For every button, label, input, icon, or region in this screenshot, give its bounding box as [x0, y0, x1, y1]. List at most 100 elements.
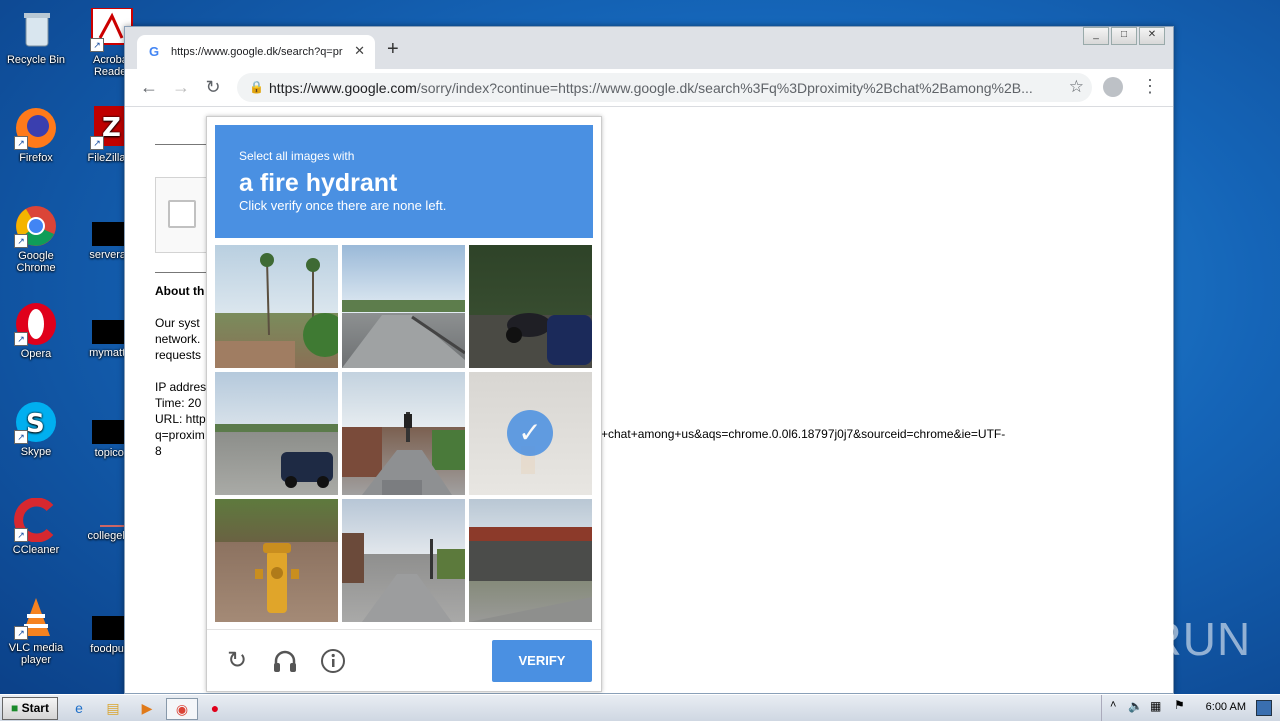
desktop-icon-label: Recycle Bin	[6, 54, 66, 66]
desktop-icon-label: Firefox	[19, 152, 53, 164]
window-controls: _ □ ✕	[1081, 27, 1165, 45]
info-icon[interactable]	[318, 648, 348, 680]
shortcut-arrow-icon: ↗	[14, 234, 28, 248]
reload-challenge-icon[interactable]: ↻	[222, 648, 252, 674]
image-tile-motorcycle-car[interactable]	[469, 245, 592, 368]
svg-text:Z: Z	[102, 113, 121, 143]
request-details: IP addres Time: 20 URL: http q=proxim 8	[155, 379, 206, 459]
svg-text:S: S	[26, 409, 45, 439]
challenge-footer: ↻ VERIFY	[207, 629, 601, 692]
shortcut-arrow-icon: ↗	[14, 430, 28, 444]
image-tile-bridge-road[interactable]	[342, 245, 465, 368]
desktop-icon-chrome[interactable]: ↗ Google Chrome	[0, 204, 76, 274]
url-query-line: q=proxim	[155, 428, 205, 442]
address-bar[interactable]: 🔒 https://www.google.com/sorry/index?con…	[237, 73, 1092, 102]
internet-explorer-icon[interactable]: e	[68, 698, 90, 718]
paragraph-line: Our syst	[155, 316, 200, 330]
desktop-icon-label: Skype	[20, 446, 52, 458]
verify-button[interactable]: VERIFY	[492, 640, 592, 682]
about-heading: About th	[155, 284, 205, 298]
close-window-button[interactable]: ✕	[1139, 27, 1165, 45]
forward-arrow-icon[interactable]: →	[169, 76, 193, 98]
image-tile-palm-trees[interactable]	[215, 245, 338, 368]
skype-icon: S ↗	[14, 400, 58, 444]
desktop-icon-vlc[interactable]: ↗ VLC media player	[0, 596, 76, 666]
image-tile-faded-hydrant[interactable]: ✓	[469, 372, 592, 495]
file-explorer-icon[interactable]: ▤	[102, 698, 124, 718]
address-url: https://www.google.com/sorry/index?conti…	[269, 80, 1059, 96]
new-tab-button[interactable]: +	[387, 39, 399, 59]
desktop-icon-label: Google Chrome	[16, 250, 56, 274]
desktop-icon-label: Opera	[20, 348, 52, 360]
taskbar: ■ Start e ▤ ▶ ◉ ● ˄ 🔈 ▦ ⚑ 6:00 AM	[0, 694, 1280, 721]
shortcut-arrow-icon: ↗	[14, 332, 28, 346]
url-end-line: 8	[155, 444, 162, 458]
desktop-icon-firefox[interactable]: ↗ Firefox	[0, 106, 76, 164]
opera-taskbar-icon[interactable]: ●	[204, 698, 226, 718]
opera-icon: ↗	[14, 302, 58, 346]
profile-avatar-icon[interactable]	[1103, 77, 1123, 97]
desktop-icon-recycle-bin[interactable]: Recycle Bin	[0, 8, 76, 66]
chrome-icon: ↗	[14, 204, 58, 248]
tab-close-icon[interactable]: ✕	[354, 43, 365, 59]
restore-button[interactable]: □	[1111, 27, 1137, 45]
bookmark-star-icon[interactable]: ☆	[1069, 77, 1084, 97]
challenge-header: Select all images with a fire hydrant Cl…	[215, 125, 593, 238]
firefox-icon: ↗	[14, 106, 58, 150]
desktop-icon-opera[interactable]: ↗ Opera	[0, 302, 76, 360]
google-favicon-icon: G	[149, 44, 160, 59]
instruction-hint: Click verify once there are none left.	[239, 198, 447, 213]
back-arrow-icon[interactable]: ←	[137, 76, 161, 98]
windows-logo-icon: ■	[11, 701, 19, 715]
instruction-target: a fire hydrant	[239, 169, 398, 197]
recaptcha-challenge: Select all images with a fire hydrant Cl…	[206, 116, 602, 692]
browser-toolbar: ← → ↻ 🔒 https://www.google.com/sorry/ind…	[125, 69, 1173, 107]
shortcut-arrow-icon: ↗	[90, 38, 104, 52]
anyrun-watermark: ANY RUN	[1038, 613, 1252, 665]
url-path: /sorry/index?continue=https://www.google…	[416, 80, 1033, 96]
explanation-paragraph: Our syst network. requests	[155, 315, 201, 363]
action-center-flag-icon[interactable]: ⚑	[1174, 698, 1185, 712]
image-tile-street-traffic-light[interactable]	[342, 372, 465, 495]
tab-strip: G https://www.google.dk/search?q=pr ✕ + …	[125, 27, 1173, 69]
recaptcha-checkbox[interactable]	[168, 200, 196, 228]
shortcut-arrow-icon: ↗	[14, 626, 28, 640]
network-icon[interactable]: ▦	[1150, 699, 1161, 713]
tray-expand-icon[interactable]: ˄	[1110, 699, 1116, 711]
tab-google-search[interactable]: G https://www.google.dk/search?q=pr ✕	[137, 35, 375, 69]
image-grid: ✓	[215, 245, 593, 623]
reload-icon[interactable]: ↻	[201, 76, 225, 98]
ip-address-line: IP addres	[155, 380, 207, 394]
tab-title: https://www.google.dk/search?q=pr	[171, 46, 343, 58]
desktop-icon-ccleaner[interactable]: ↗ CCleaner	[0, 497, 76, 556]
volume-icon[interactable]: 🔈	[1128, 699, 1143, 713]
url-host: https://www.google.com	[269, 80, 417, 96]
time-line: Time: 20	[155, 396, 202, 410]
recycle-bin-icon	[14, 8, 58, 52]
image-tile-town-street[interactable]	[342, 499, 465, 622]
selected-checkmark-icon: ✓	[507, 410, 553, 456]
audio-challenge-headphones-icon[interactable]	[270, 648, 300, 680]
shortcut-arrow-icon: ↗	[14, 528, 28, 542]
media-player-icon[interactable]: ▶	[136, 698, 158, 718]
start-button[interactable]: ■ Start	[2, 697, 58, 720]
image-tile-yellow-hydrant[interactable]	[215, 499, 338, 622]
url-tail-text: +chat+among+us&aqs=chrome.0.0l6.18797j0j…	[601, 427, 1006, 441]
start-label: Start	[21, 701, 49, 715]
lock-icon: 🔒	[249, 80, 264, 94]
paragraph-line: network.	[155, 332, 201, 346]
minimize-button[interactable]: _	[1083, 27, 1109, 45]
ccleaner-icon: ↗	[14, 497, 58, 543]
paragraph-line: requests	[155, 348, 202, 362]
desktop-icon-label: CCleaner	[12, 544, 60, 556]
system-tray: ˄ 🔈 ▦ ⚑ 6:00 AM	[1101, 695, 1280, 721]
image-tile-overpass[interactable]	[469, 499, 592, 622]
chrome-taskbar-icon[interactable]: ◉	[166, 698, 198, 720]
url-line: URL: http	[155, 412, 206, 426]
desktop-icon-skype[interactable]: S ↗ Skype	[0, 400, 76, 458]
vlc-cone-icon: ↗	[14, 596, 58, 640]
clock[interactable]: 6:00 AM	[1206, 701, 1246, 713]
image-tile-highway-car[interactable]	[215, 372, 338, 495]
menu-kebab-icon[interactable]: ⋮	[1141, 76, 1159, 97]
show-desktop-icon[interactable]	[1256, 700, 1272, 716]
